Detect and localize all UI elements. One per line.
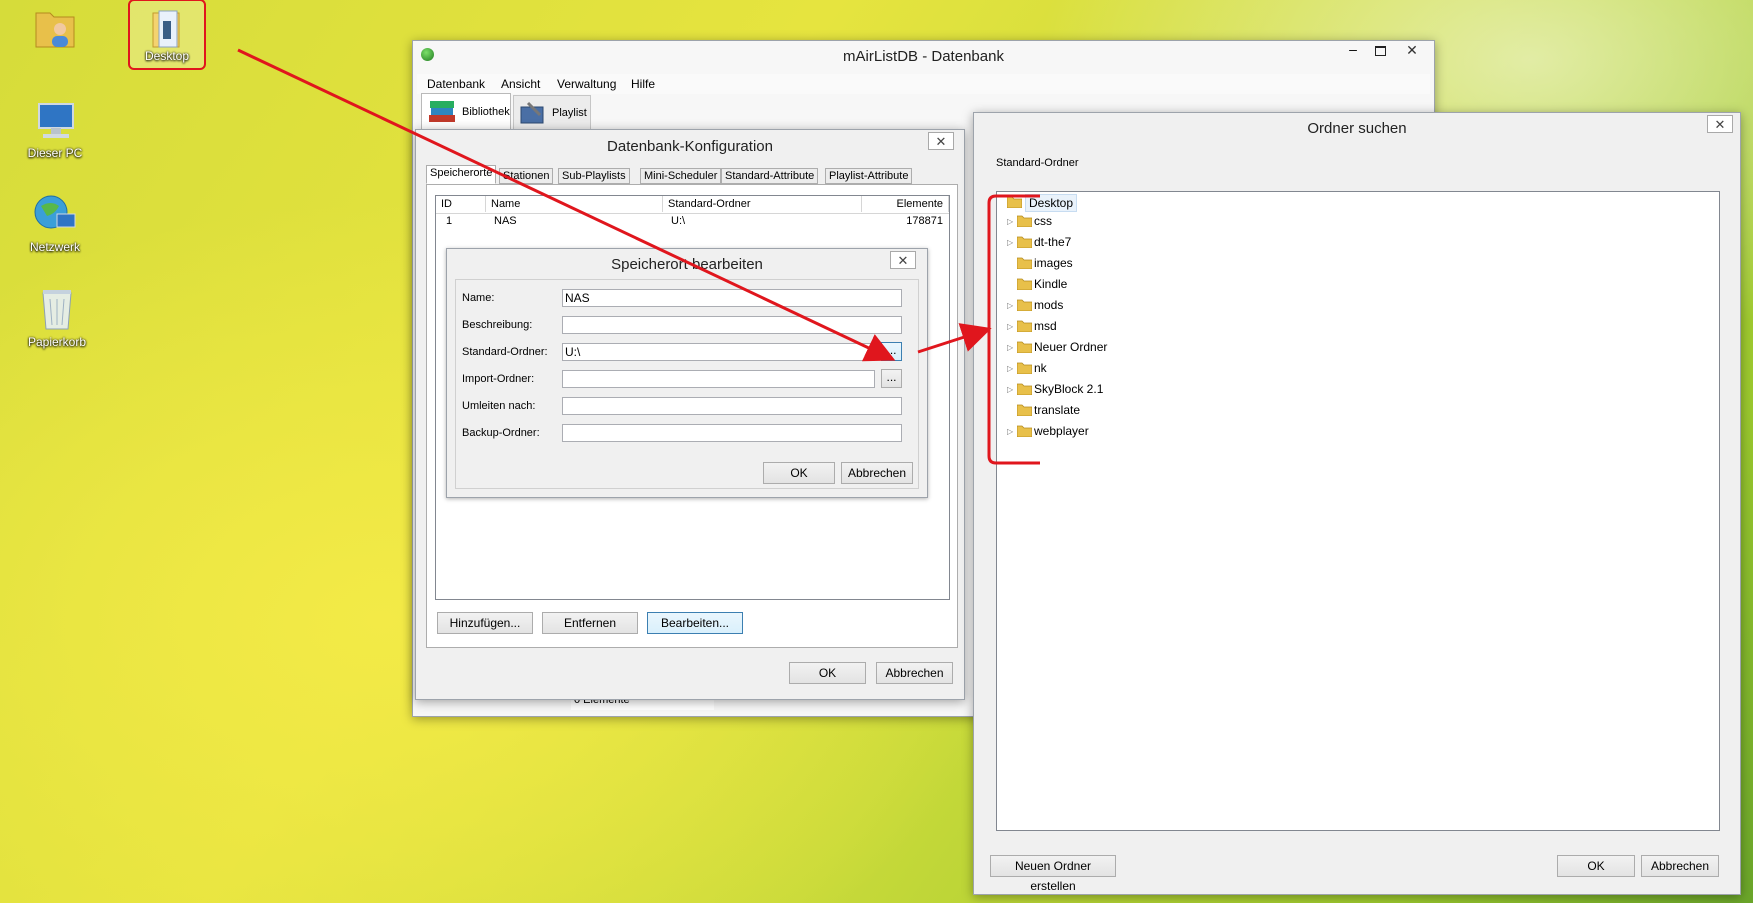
tree-highlight-bracket <box>987 194 1040 465</box>
arrow-browse-to-tree <box>917 323 992 354</box>
annotation-overlay <box>237 48 1040 465</box>
arrow-desktop-to-browse <box>237 48 896 362</box>
